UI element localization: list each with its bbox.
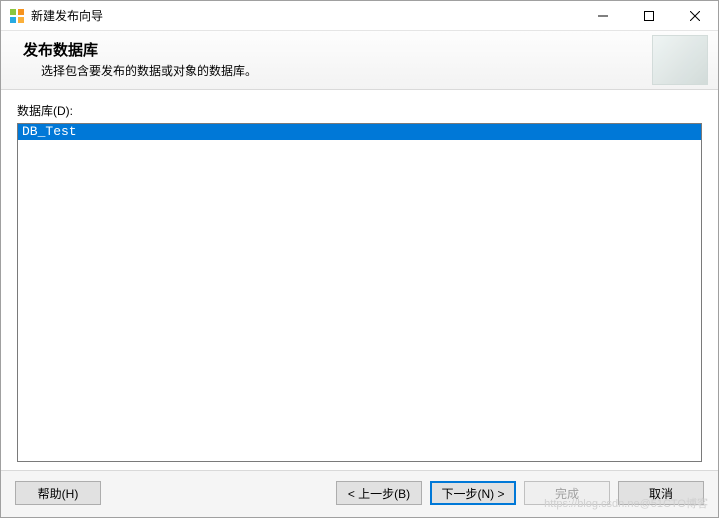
app-icon [9, 8, 25, 24]
maximize-button[interactable] [626, 1, 672, 30]
titlebar: 新建发布向导 [1, 1, 718, 31]
window-title: 新建发布向导 [31, 7, 103, 24]
back-button[interactable]: < 上一步(B) [336, 481, 422, 505]
button-row: 帮助(H) < 上一步(B) 下一步(N) > 完成 取消 [1, 470, 718, 517]
database-label: 数据库(D): [17, 102, 702, 119]
next-button[interactable]: 下一步(N) > [430, 481, 516, 505]
window-controls [580, 1, 718, 30]
list-item[interactable]: DB_Test [18, 124, 701, 140]
wizard-title: 发布数据库 [23, 39, 704, 60]
content-area: 数据库(D): DB_Test [1, 90, 718, 470]
help-button[interactable]: 帮助(H) [15, 481, 101, 505]
header-graphic-icon [652, 35, 708, 85]
minimize-button[interactable] [580, 1, 626, 30]
wizard-header: 发布数据库 选择包含要发布的数据或对象的数据库。 [1, 31, 718, 90]
close-button[interactable] [672, 1, 718, 30]
finish-button: 完成 [524, 481, 610, 505]
wizard-subtitle: 选择包含要发布的数据或对象的数据库。 [41, 62, 704, 79]
cancel-button[interactable]: 取消 [618, 481, 704, 505]
database-listbox[interactable]: DB_Test [17, 123, 702, 462]
